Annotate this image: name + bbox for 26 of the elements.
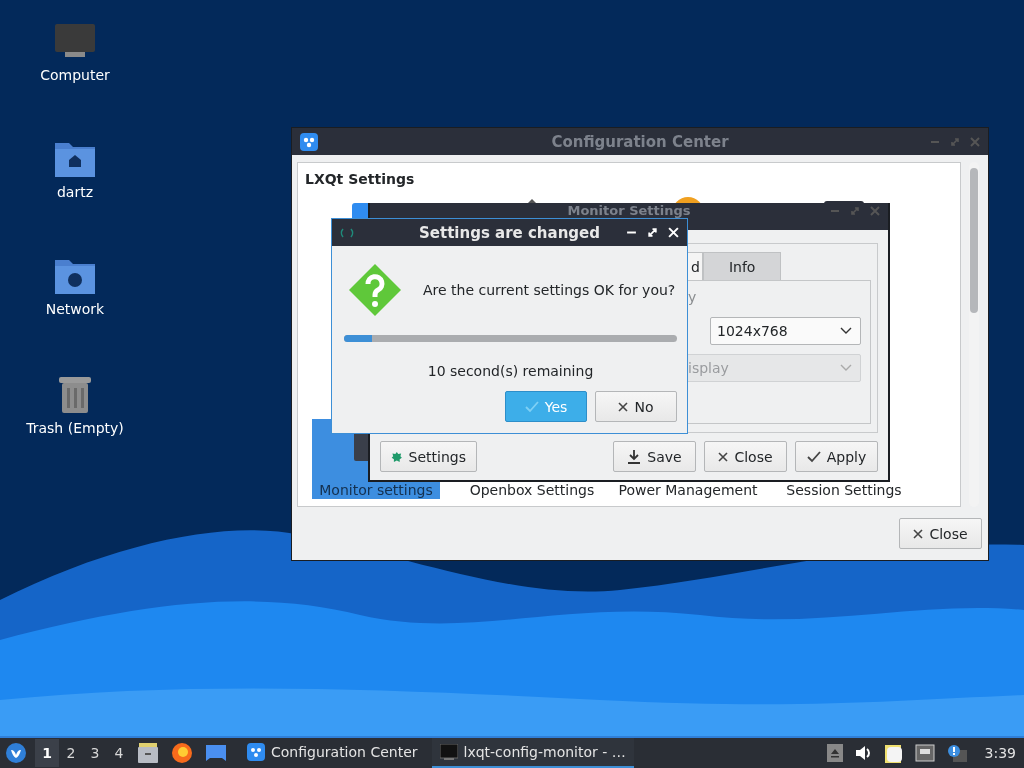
desktop-icon-label[interactable]: Computer [40, 67, 110, 83]
desktop-switcher[interactable]: 4 [107, 739, 131, 767]
field-label: y [688, 289, 698, 307]
dialog-message: Are the current settings OK for you? [423, 282, 676, 298]
desktop-switcher[interactable]: 2 [59, 739, 83, 767]
desktop-switcher[interactable]: 1 [35, 739, 59, 767]
task-button[interactable]: Configuration Center [239, 738, 426, 768]
clock[interactable]: 3:39 [984, 745, 1016, 761]
window-title: Monitor Settings [567, 203, 691, 217]
task-button[interactable]: lxqt-config-monitor - … [431, 738, 634, 768]
section-title: LXQt Settings [304, 170, 416, 189]
save-button[interactable]: Save [613, 441, 696, 472]
close-button[interactable]: Close [899, 518, 982, 549]
tab[interactable]: Info [702, 252, 782, 280]
desktop-icon-label[interactable]: Trash (Empty) [26, 420, 124, 436]
window-title: Configuration Center [551, 132, 729, 151]
desktop-icon-label[interactable]: dartz [56, 184, 94, 200]
countdown-text: 10 second(s) remaining [426, 363, 595, 379]
resolution-dropdown[interactable]: 1024x768 [710, 317, 861, 345]
desktop-switcher[interactable]: 3 [83, 739, 107, 767]
apply-button[interactable]: Apply [795, 441, 878, 472]
settings-button[interactable]: Settings [380, 441, 477, 472]
no-button[interactable]: No [595, 391, 677, 422]
desktop-icon-label[interactable]: Network [45, 301, 105, 317]
close-button[interactable]: Close [704, 441, 787, 472]
window-title: Settings are changed [419, 223, 600, 242]
